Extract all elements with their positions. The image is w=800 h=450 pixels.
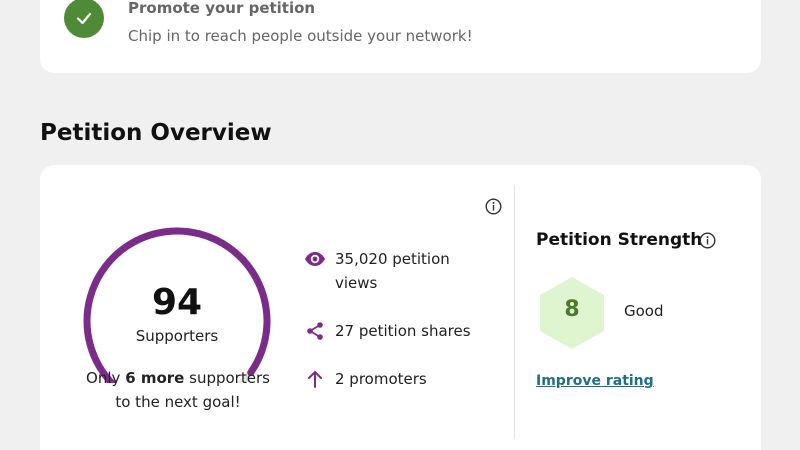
page-title: Petition Overview: [40, 120, 272, 146]
promote-card[interactable]: Promote your petition Chip in to reach p…: [40, 0, 761, 73]
divider: [514, 185, 515, 439]
stat-views-text: 35,020 petition views: [335, 250, 450, 292]
check-icon: [64, 0, 104, 38]
supporters-count: 94: [151, 282, 203, 323]
goal-message: Only 6 more supporters to the next goal!: [78, 366, 278, 414]
stat-shares: 27 petition shares: [303, 319, 490, 343]
arrow-up-icon: [303, 367, 327, 391]
goal-prefix: Only: [86, 369, 126, 387]
stat-shares-text: 27 petition shares: [335, 322, 471, 340]
overview-card: 94 Supporters Only 6 more supporters to …: [40, 165, 761, 450]
info-icon[interactable]: [485, 198, 502, 215]
strength-score: 8: [564, 297, 580, 322]
promote-subtitle: Chip in to reach people outside your net…: [128, 27, 473, 45]
promote-title: Promote your petition: [128, 0, 316, 17]
stat-promoters-text: 2 promoters: [335, 370, 427, 388]
eye-icon: [303, 247, 327, 271]
goal-remaining: 6 more: [125, 369, 185, 387]
supporters-label: Supporters: [135, 327, 219, 345]
improve-rating-link[interactable]: Improve rating: [536, 373, 654, 389]
stat-promoters: 2 promoters: [303, 367, 490, 391]
strength-info-icon[interactable]: [699, 232, 716, 249]
share-icon: [303, 319, 327, 343]
strength-title: Petition Strength: [536, 230, 703, 250]
stat-views: 35,020 petition views: [303, 247, 490, 295]
strength-rating-label: Good: [624, 302, 664, 320]
